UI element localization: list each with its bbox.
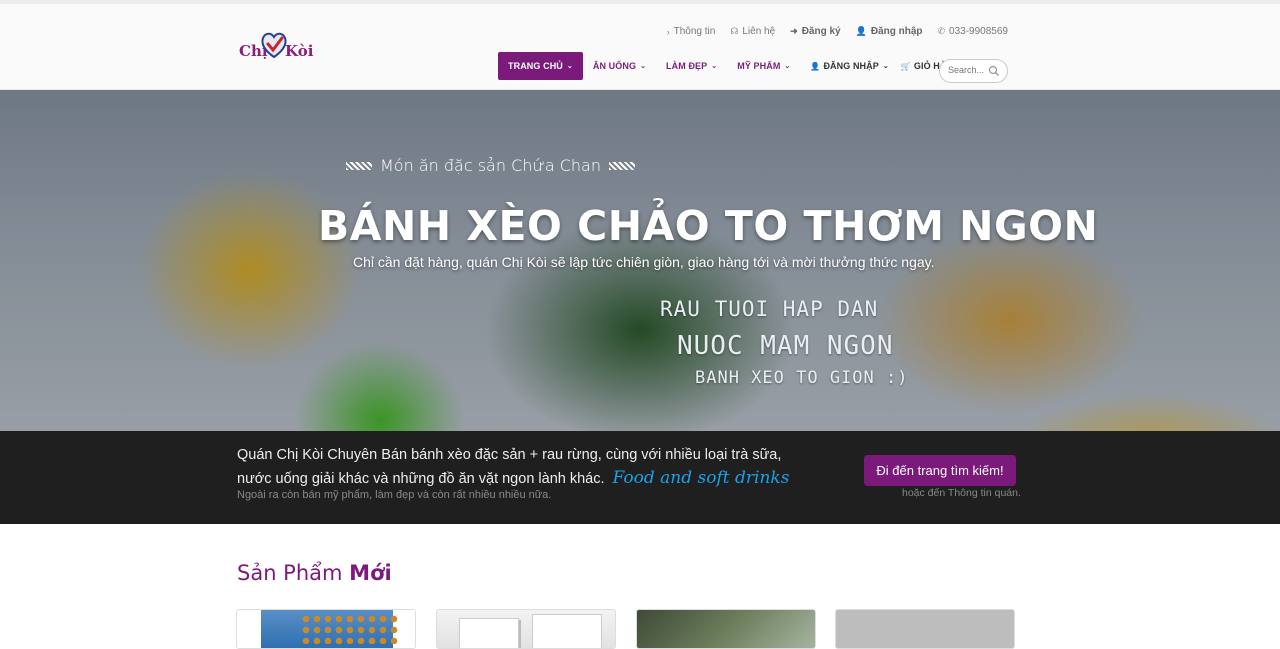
sign-in-icon: ➜	[790, 26, 798, 36]
chevron-down-icon: ⌄	[640, 63, 647, 70]
stripes-decoration	[346, 161, 372, 170]
cta-text-line3: Ngoài ra còn bán mỹ phẩm, làm đẹp và còn…	[237, 489, 552, 501]
chevron-down-icon: ⌄	[784, 63, 791, 70]
top-link-phone[interactable]: ✆ 033-9908569	[938, 26, 1009, 37]
nav-item-food[interactable]: ĂN UỐNG ⌄	[583, 52, 656, 80]
section-title-bold: Mới	[349, 561, 392, 585]
site-header: Chị Kòi › Thông tin ☊ Liên hệ ➜ Đăng ký …	[0, 0, 1280, 90]
product-box-right	[532, 614, 602, 648]
top-link-label: Liên hệ	[742, 26, 776, 37]
top-link-login[interactable]: 👤 Đăng nhập	[856, 26, 923, 37]
nav-item-label: LÀM ĐẸP	[666, 61, 708, 71]
user-icon: 👤	[810, 61, 821, 71]
hero-banner: Món ăn đặc sản Chứa Chan BÁNH XÈO CHẢO T…	[0, 90, 1280, 431]
chevron-right-icon: ›	[666, 26, 670, 37]
cart-icon: 🛒	[900, 61, 911, 71]
chevron-down-icon: ⌄	[882, 63, 889, 70]
hero-handwriting-3: BANH XEO TO GION :)	[695, 368, 909, 388]
top-link-register[interactable]: ➜ Đăng ký	[790, 26, 840, 37]
cta-text-line2: nước uống giải khác và những đồ ăn vặt n…	[237, 468, 789, 488]
search-page-button[interactable]: Đi đến trang tìm kiếm!	[864, 455, 1016, 486]
chevron-down-icon: ⌄	[566, 63, 573, 70]
nav-item-label: MỸ PHẨM	[737, 61, 781, 71]
search-icon[interactable]	[988, 65, 1000, 77]
hero-handwriting-2: NUOC MAM NGON	[677, 331, 894, 361]
phone-icon: ✆	[937, 26, 946, 36]
cta-note-link[interactable]: hoặc đến Thông tin quán.	[902, 487, 1021, 499]
product-card[interactable]	[636, 609, 816, 649]
top-links: › Thông tin ☊ Liên hệ ➜ Đăng ký 👤 Đăng n…	[667, 26, 1008, 37]
hero-subtitle-text: Món ăn đặc sản Chứa Chan	[380, 156, 601, 175]
top-link-label: Thông tin	[673, 26, 716, 37]
cta-text-line2-text: nước uống giải khác và những đồ ăn vặt n…	[237, 471, 605, 487]
product-image	[637, 610, 815, 648]
brand-logo[interactable]: Chị Kòi	[239, 30, 314, 66]
top-link-info[interactable]: › Thông tin	[667, 26, 716, 37]
top-link-label: 033-9908569	[949, 26, 1008, 37]
product-card[interactable]	[436, 609, 616, 649]
main-nav: TRANG CHỦ ⌄ ĂN UỐNG ⌄ LÀM ĐẸP ⌄ MỸ PHẨM …	[498, 52, 994, 80]
section-title-light: Sản Phẩm	[237, 561, 343, 585]
stripes-decoration	[608, 161, 635, 170]
user-icon: 👤	[855, 26, 867, 36]
nav-item-cosmetics[interactable]: MỸ PHẨM ⌄	[727, 52, 800, 80]
section-title-new-products: Sản Phẩm Mới	[237, 561, 392, 585]
nav-item-login[interactable]: 👤 ĐĂNG NHẬP ⌄	[800, 52, 898, 80]
top-link-label: Đăng ký	[801, 26, 841, 37]
product-image	[437, 610, 615, 648]
cta-bar: Quán Chị Kòi Chuyên Bán bánh xèo đặc sản…	[0, 431, 1280, 524]
product-image	[836, 610, 1014, 648]
top-link-label: Đăng nhập	[870, 26, 923, 37]
chevron-down-icon: ⌄	[711, 63, 718, 70]
product-card[interactable]	[835, 609, 1015, 649]
search-box	[939, 59, 1008, 83]
nav-item-label: ĂN UỐNG	[592, 61, 637, 71]
nav-item-home[interactable]: TRANG CHỦ ⌄	[498, 52, 583, 80]
hero-handwriting-1: RAU TUOI HAP DAN	[660, 297, 879, 321]
nav-item-beauty[interactable]: LÀM ĐẸP ⌄	[656, 52, 727, 80]
hero-subtitle: Món ăn đặc sản Chứa Chan	[346, 156, 635, 175]
product-card[interactable]	[236, 609, 416, 649]
cta-script-text: Food and soft drinks	[612, 468, 790, 488]
nav-item-label: TRANG CHỦ	[508, 61, 563, 71]
heart-check-icon	[261, 32, 287, 59]
product-box-left	[459, 618, 519, 648]
hero-title: BÁNH XÈO CHẢO TO THƠM NGON	[318, 202, 1099, 250]
hero-description: Chỉ cần đặt hàng, quán Chị Kòi sẽ lập tứ…	[353, 254, 935, 270]
nav-item-label: ĐĂNG NHẬP	[823, 61, 879, 71]
headset-icon: ☊	[730, 26, 739, 36]
logo-text-right: Kòi	[285, 42, 314, 60]
cta-text-line1: Quán Chị Kòi Chuyên Bán bánh xèo đặc sản…	[237, 447, 782, 463]
product-image	[261, 610, 401, 648]
top-link-contact[interactable]: ☊ Liên hệ	[730, 26, 775, 37]
